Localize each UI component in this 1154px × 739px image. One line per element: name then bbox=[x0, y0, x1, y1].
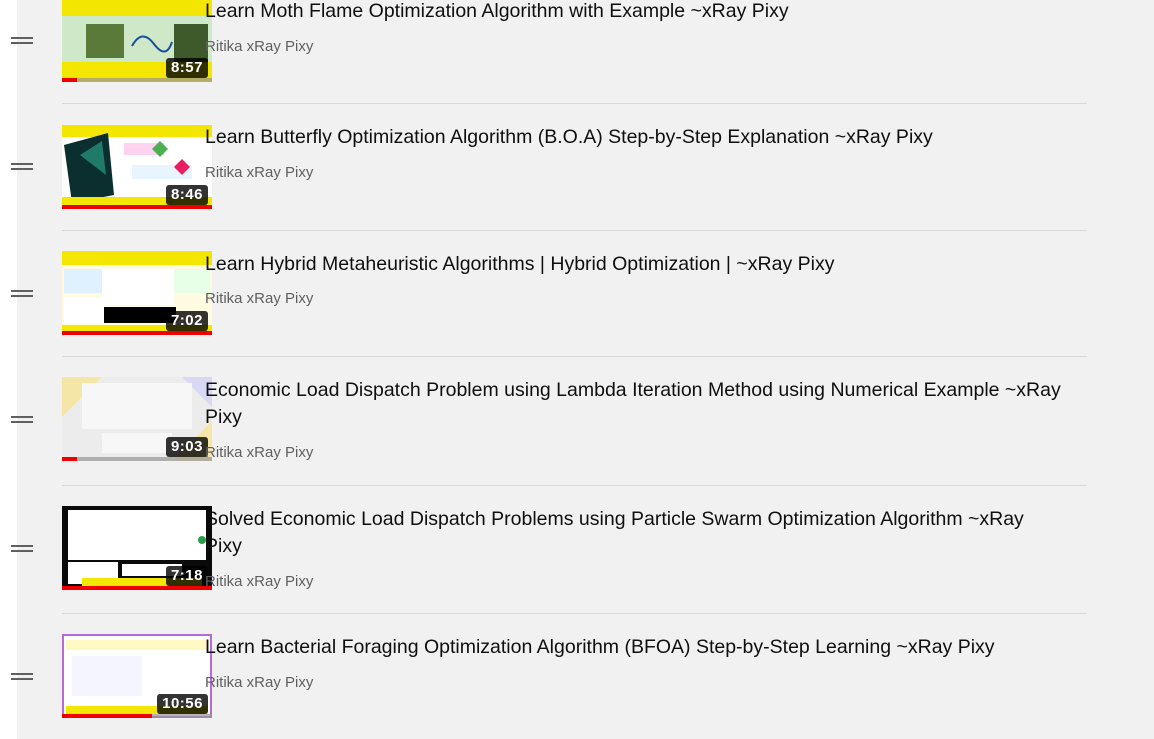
drag-handle-icon[interactable] bbox=[11, 545, 33, 552]
video-thumbnail[interactable]: 8:46 bbox=[62, 125, 212, 209]
video-thumbnail[interactable]: 8:57 bbox=[62, 0, 212, 82]
video-title[interactable]: Solved Economic Load Dispatch Problems u… bbox=[205, 506, 1065, 560]
watch-progress-bar bbox=[62, 586, 212, 590]
video-thumbnail[interactable]: 7:18 bbox=[62, 506, 212, 590]
video-title[interactable]: Learn Moth Flame Optimization Algorithm … bbox=[205, 0, 1065, 25]
left-gutter bbox=[0, 0, 17, 739]
channel-name[interactable]: Ritika xRay Pixy bbox=[205, 290, 313, 307]
video-title[interactable]: Learn Butterfly Optimization Algorithm (… bbox=[205, 124, 1065, 151]
video-thumbnail[interactable]: 10:56 bbox=[62, 634, 212, 718]
duration-badge: 7:02 bbox=[165, 311, 208, 331]
progress-track bbox=[62, 457, 212, 461]
separator bbox=[62, 103, 1087, 104]
drag-handle-icon[interactable] bbox=[11, 37, 33, 44]
playlist-panel bbox=[17, 0, 1154, 739]
channel-name[interactable]: Ritika xRay Pixy bbox=[205, 38, 313, 55]
separator bbox=[62, 613, 1087, 614]
separator bbox=[62, 356, 1087, 357]
channel-name[interactable]: Ritika xRay Pixy bbox=[205, 164, 313, 181]
channel-name[interactable]: Ritika xRay Pixy bbox=[205, 674, 313, 691]
drag-handle-icon[interactable] bbox=[11, 290, 33, 297]
drag-handle-icon[interactable] bbox=[11, 416, 33, 423]
duration-badge: 7:18 bbox=[165, 566, 208, 586]
duration-badge: 9:03 bbox=[165, 437, 208, 457]
watch-progress-bar bbox=[62, 457, 77, 461]
drag-handle-icon[interactable] bbox=[11, 673, 33, 680]
video-thumbnail[interactable]: 9:03 bbox=[62, 377, 212, 461]
playlist-page: 8:57 Learn Moth Flame Optimization Algor… bbox=[0, 0, 1154, 739]
progress-track bbox=[62, 78, 212, 82]
video-thumbnail[interactable]: 7:02 bbox=[62, 251, 212, 335]
separator bbox=[62, 230, 1087, 231]
video-title[interactable]: Learn Bacterial Foraging Optimization Al… bbox=[205, 634, 1065, 661]
channel-name[interactable]: Ritika xRay Pixy bbox=[205, 444, 313, 461]
separator bbox=[62, 485, 1087, 486]
watch-progress-bar bbox=[62, 205, 212, 209]
watch-progress-bar bbox=[62, 78, 77, 82]
video-title[interactable]: Learn Hybrid Metaheuristic Algorithms | … bbox=[205, 251, 1065, 278]
drag-handle-icon[interactable] bbox=[11, 163, 33, 170]
watch-progress-bar bbox=[62, 331, 212, 335]
duration-badge: 8:46 bbox=[165, 185, 208, 205]
watch-progress-bar bbox=[62, 714, 152, 718]
duration-badge: 8:57 bbox=[165, 58, 208, 78]
duration-badge: 10:56 bbox=[157, 694, 208, 714]
channel-name[interactable]: Ritika xRay Pixy bbox=[205, 573, 313, 590]
video-title[interactable]: Economic Load Dispatch Problem using Lam… bbox=[205, 377, 1065, 431]
